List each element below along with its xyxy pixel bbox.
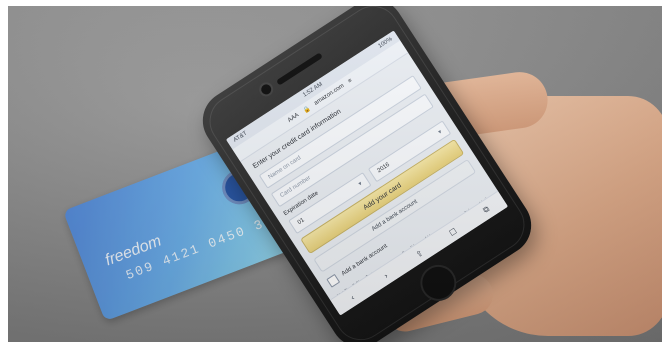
- expiration-row: 01 ▾ 2016 ▾: [288, 120, 452, 235]
- expiration-month-value: 01: [296, 217, 306, 227]
- hand-finger-3: [380, 270, 498, 336]
- name-on-card-input[interactable]: Name on card: [258, 75, 422, 189]
- name-on-card-placeholder: Name on card: [267, 155, 303, 181]
- smartphone: AT&T 1:52 AM 100% AAA 🔒 amazon.com ≡ Ent…: [191, 6, 543, 342]
- forward-icon[interactable]: ›: [379, 268, 393, 282]
- status-time: 1:52 AM: [302, 81, 324, 99]
- card-number-input[interactable]: Card number: [270, 93, 434, 208]
- add-bank-checkbox-row[interactable]: Add a bank account: [326, 179, 486, 288]
- home-button[interactable]: [413, 257, 464, 308]
- not-dan-sign-out-link[interactable]: Not Dan? Sign Out: [336, 272, 374, 300]
- tabs-icon[interactable]: ⧉: [479, 203, 493, 217]
- add-bank-account-button[interactable]: Add a bank account: [313, 158, 477, 273]
- back-icon[interactable]: ‹: [345, 290, 359, 304]
- expiration-label: Expiration date: [282, 190, 320, 218]
- checkbox-label: Add a bank account: [340, 243, 389, 278]
- status-bar: AT&T 1:52 AM 100%: [225, 30, 401, 150]
- lock-icon: 🔒: [302, 105, 312, 115]
- photo-frame: freedom 509 4121 0450 3678 AT&T 1:52 AM …: [0, 0, 670, 348]
- chevron-down-icon: ▾: [437, 128, 443, 136]
- card-number-placeholder: Card number: [279, 175, 313, 200]
- address-prefix: AAA: [286, 112, 301, 124]
- payment-form: Enter your credit card information Name …: [241, 53, 504, 309]
- card-brand: freedom: [102, 232, 164, 270]
- hand-thumb: [404, 68, 552, 144]
- card-logo-icon: [217, 165, 262, 210]
- expiration-month-select[interactable]: 01 ▾: [288, 172, 372, 235]
- expiration-year-value: 2016: [376, 161, 391, 175]
- privacy-link[interactable]: Privacy Notice: [464, 194, 494, 216]
- expiration-year-select[interactable]: 2016 ▾: [367, 120, 452, 183]
- browser-bottom-bar: ‹ › ⇪ ☐ ⧉: [329, 190, 509, 316]
- footer-links: Not Dan? Sign Out Conditions of Use Priv…: [336, 194, 497, 304]
- hand-palm: [458, 96, 662, 336]
- checkbox[interactable]: [326, 273, 341, 288]
- chevron-down-icon: ▾: [357, 180, 364, 188]
- credit-card: freedom 509 4121 0450 3678: [63, 123, 335, 322]
- card-number: 509 4121 0450 3678: [123, 205, 294, 284]
- card-blur: [63, 123, 335, 322]
- phone-screen: AT&T 1:52 AM 100% AAA 🔒 amazon.com ≡ Ent…: [225, 30, 509, 316]
- bookmarks-icon[interactable]: ☐: [446, 225, 460, 239]
- address-bar[interactable]: AAA 🔒 amazon.com ≡: [232, 40, 409, 163]
- form-title: Enter your credit card information: [251, 108, 343, 171]
- add-card-button[interactable]: Add your card: [300, 138, 465, 255]
- menu-icon[interactable]: ≡: [347, 78, 353, 85]
- conditions-link[interactable]: Conditions of Use: [401, 231, 437, 258]
- earpiece: [276, 52, 323, 86]
- front-camera-icon: [259, 82, 274, 97]
- hand-finger-1: [361, 191, 463, 245]
- photo: freedom 509 4121 0450 3678 AT&T 1:52 AM …: [8, 6, 662, 342]
- address-domain: amazon.com: [313, 83, 346, 107]
- hand: [361, 68, 662, 342]
- status-carrier: AT&T: [232, 130, 249, 144]
- status-battery: 100%: [377, 36, 394, 50]
- share-icon[interactable]: ⇪: [412, 247, 426, 261]
- hand-finger-2: [372, 237, 476, 289]
